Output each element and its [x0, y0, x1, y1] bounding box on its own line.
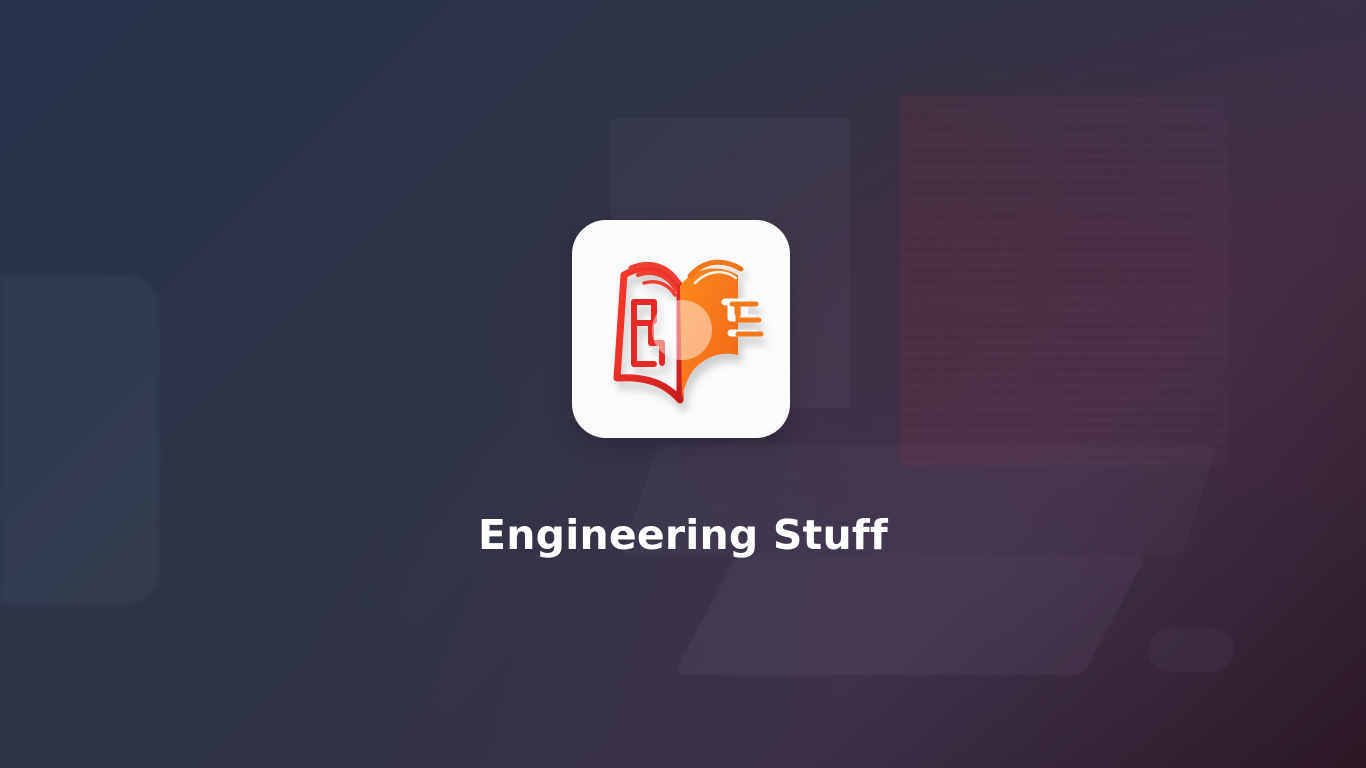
splash-screen: Engineering Stuff	[0, 0, 1366, 768]
background-monitor-shape	[900, 95, 1230, 465]
app-title: Engineering Stuff	[478, 511, 888, 560]
app-logo-tile	[572, 220, 790, 438]
background-mouse-shape	[1148, 628, 1234, 672]
background-keyboard-shape	[673, 555, 1147, 675]
open-book-logo-icon	[613, 259, 764, 404]
